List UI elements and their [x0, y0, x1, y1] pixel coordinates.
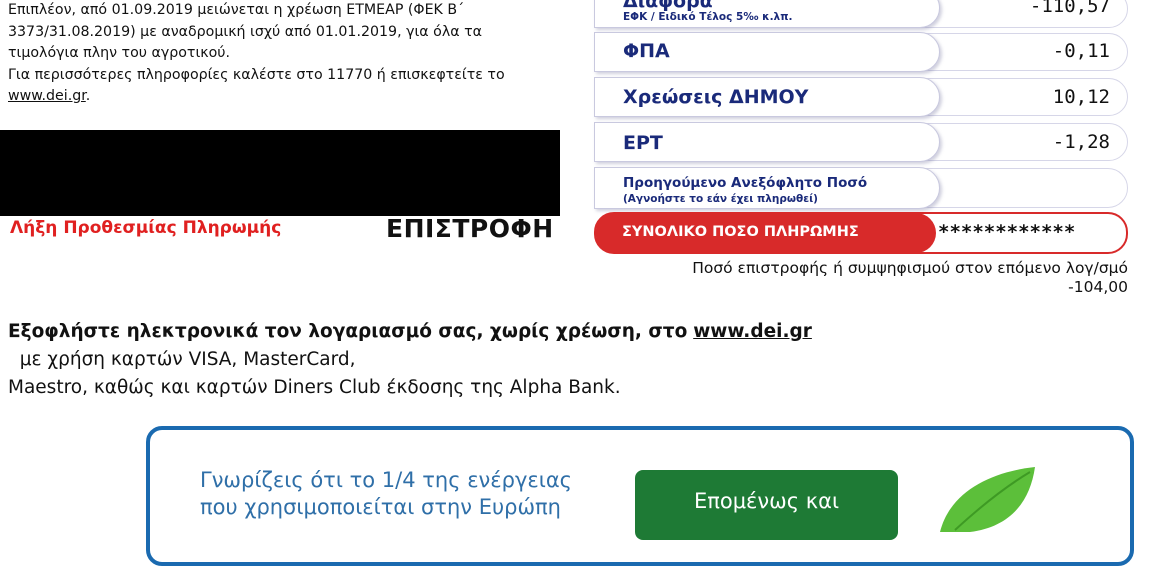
info-line: τιμολόγια πλην του αγροτικού.	[8, 45, 231, 61]
charge-label: Προηγούμενο Ανεξόφλητο Ποσό	[623, 175, 868, 191]
etmear-info-text: Επιπλέον, από 01.09.2019 μειώνεται η χρέ…	[8, 0, 528, 108]
payment-cards-text: με χρήση καρτών VISA, MasterCard,	[8, 349, 356, 370]
charge-label: ΦΠΑ	[623, 40, 670, 62]
charge-label: ΕΡΤ	[623, 132, 663, 154]
charge-value: -110,57	[1029, 0, 1110, 17]
charge-value: -0,11	[1052, 40, 1110, 62]
payment-dei-link[interactable]: www.dei.gr	[693, 321, 812, 342]
total-label: ΣΥΝΟΛΙΚΟ ΠΟΣΟ ΠΛΗΡΩΜΗΣ	[622, 224, 859, 240]
info-link-suffix: .	[85, 88, 91, 104]
charge-value: 10,12	[1052, 86, 1110, 108]
charge-value: -1,28	[1052, 131, 1110, 153]
online-payment-text: Εξοφλήστε ηλεκτρονικά τον λογαριασμό σας…	[8, 318, 1158, 402]
banner-text: Γνωρίζεις ότι το 1/4 της ενέργειας που χ…	[200, 467, 572, 521]
refund-amount: -104,00	[1068, 278, 1128, 296]
banner-line: που χρησιμοποιείται στην Ευρώπη	[200, 495, 561, 519]
refund-status: ΕΠΙΣΤΡΟΦΗ	[386, 214, 554, 243]
refund-note-text: Ποσό επιστροφής ή συμψηφισμού στον επόμε…	[692, 259, 1128, 277]
payment-bold-text: Εξοφλήστε ηλεκτρονικά τον λογαριασμό σας…	[8, 321, 688, 342]
info-line: 3373/31.08.2019) με αναδρομική ισχύ από …	[8, 23, 482, 40]
total-value: ************	[938, 221, 1076, 243]
banner-line: Γνωρίζεις ότι το 1/4 της ενέργειας	[200, 468, 573, 492]
leaf-icon	[940, 467, 1035, 532]
charge-label: Χρεώσεις ΔΗΜΟΥ	[623, 86, 809, 108]
info-line: Για περισσότερες πληροφορίες καλέστε στο…	[8, 66, 505, 83]
refund-note: Ποσό επιστροφής ή συμψηφισμού στον επόμε…	[692, 259, 1128, 297]
charge-sublabel: (Αγνοήστε το εάν έχει πληρωθεί)	[623, 193, 818, 205]
redacted-block	[0, 130, 560, 216]
payment-deadline-label: Λήξη Προθεσμίας Πληρωμής	[10, 218, 282, 238]
info-link-line: www.dei.gr.	[8, 86, 528, 108]
charge-sublabel: ΕΦΚ / Ειδικό Τέλος 5‰ κ.λπ.	[623, 11, 793, 23]
payment-cards-line2: Maestro, καθώς και καρτών Diners Club έκ…	[8, 377, 621, 398]
dei-link[interactable]: www.dei.gr	[8, 88, 86, 104]
info-line: Επιπλέον, από 01.09.2019 μειώνεται η χρέ…	[8, 2, 465, 18]
banner-button-label: Επομένως και	[693, 489, 840, 513]
